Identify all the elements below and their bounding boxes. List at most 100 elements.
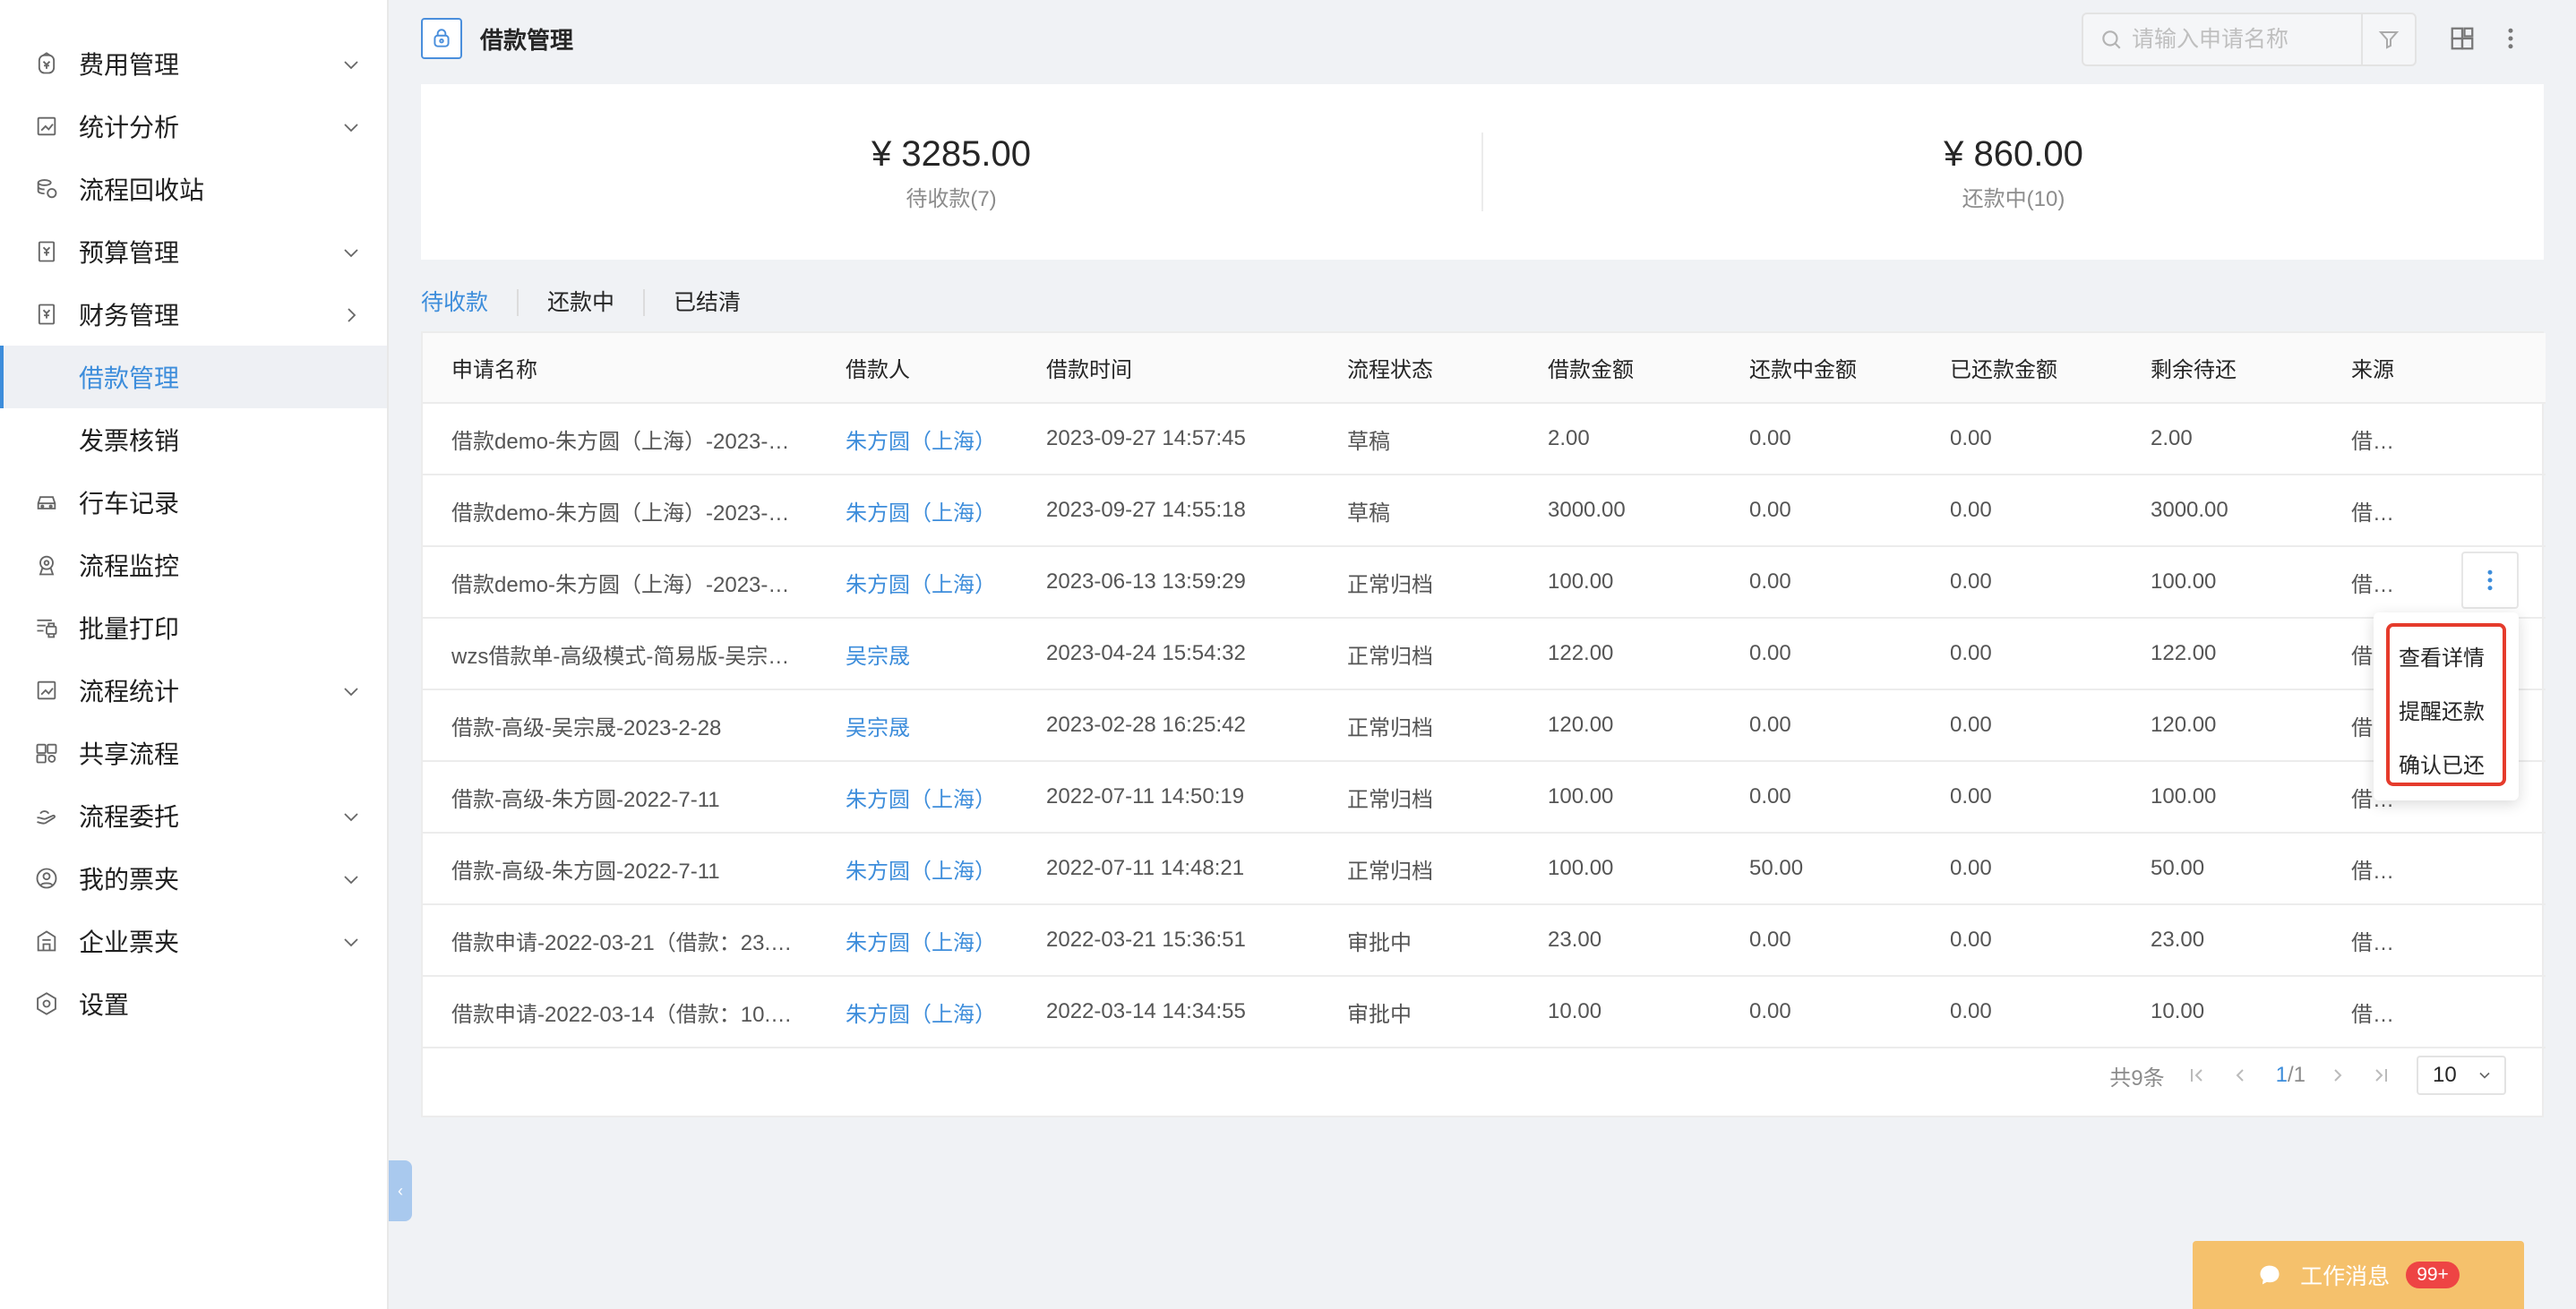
- borrower-link[interactable]: 朱方圆（上海）: [817, 904, 1018, 977]
- table-cell: 正常归档: [1318, 546, 1519, 619]
- tab-repaying[interactable]: 还款中: [517, 289, 643, 316]
- menu-item-remind-repay[interactable]: 提醒还款: [2390, 688, 2503, 741]
- table-cell: 2023-09-27 14:57:45: [1018, 403, 1318, 475]
- first-page-icon[interactable]: [2186, 1065, 2208, 1086]
- borrower-link[interactable]: 吴宗晟: [817, 689, 1018, 762]
- chevron-down-icon[interactable]: [340, 116, 362, 137]
- table-row[interactable]: 借款demo-朱方圆（上海）-2023-… 朱方圆（上海） 2023-09-27 1…: [423, 403, 2546, 475]
- chevron-down-icon[interactable]: [340, 241, 362, 262]
- sidebar-item-label: 流程回收站: [79, 176, 205, 204]
- sidebar-item[interactable]: 发票核销: [0, 408, 387, 471]
- table-column-header: 剩余待还: [2122, 333, 2323, 404]
- sidebar-item[interactable]: 企业票夹: [0, 910, 387, 972]
- sidebar-item[interactable]: 共享流程: [0, 722, 387, 784]
- sidebar-item[interactable]: 统计分析: [0, 95, 387, 158]
- recycle-icon: [34, 176, 59, 201]
- borrower-link[interactable]: 朱方圆（上海）: [817, 403, 1018, 475]
- borrower-link[interactable]: 朱方圆（上海）: [817, 761, 1018, 834]
- table-cell: 122.00: [1519, 618, 1721, 690]
- sidebar-item[interactable]: 批量打印: [0, 596, 387, 659]
- sidebar-item[interactable]: 预算管理: [0, 220, 387, 283]
- sidebar-item[interactable]: 行车记录: [0, 471, 387, 534]
- table-row[interactable]: 借款demo-朱方圆（上海）-2023-… 朱方圆（上海） 2023-06-13 1…: [423, 546, 2546, 619]
- table-column-header: 流程状态: [1318, 333, 1519, 404]
- budget-icon: [34, 239, 59, 264]
- sidebar-item[interactable]: 流程委托: [0, 784, 387, 847]
- chevron-right-icon[interactable]: [340, 304, 362, 325]
- table-cell: 10.00: [1519, 976, 1721, 1048]
- table-cell: 借款demo-朱方圆（上海）-2023-…: [423, 546, 817, 619]
- sidebar-item[interactable]: 我的票夹: [0, 847, 387, 910]
- table-column-header: 借款金额: [1519, 333, 1721, 404]
- car-icon: [34, 490, 59, 515]
- table-cell: 正常归档: [1318, 618, 1519, 690]
- row-action-menu: 查看详情 提醒还款 确认已还: [2374, 612, 2519, 800]
- sidebar-item-label: 统计分析: [79, 114, 180, 141]
- sidebar-item[interactable]: 财务管理: [0, 283, 387, 346]
- sidebar-item[interactable]: 流程监控: [0, 534, 387, 596]
- sidebar-collapse-button[interactable]: ‹: [389, 1160, 412, 1221]
- chevron-down-icon[interactable]: [340, 930, 362, 952]
- row-more-button[interactable]: [2461, 552, 2519, 609]
- menu-item-confirm-repaid[interactable]: 确认已还: [2390, 741, 2503, 795]
- layout-icon[interactable]: [2449, 25, 2476, 52]
- table-cell: 0.00: [1921, 833, 2122, 905]
- table-row[interactable]: 借款-高级-吴宗晟-2023-2-28 吴宗晟 2023-02-28 16:25:4…: [423, 689, 2546, 762]
- table-cell: 正常归档: [1318, 833, 1519, 905]
- table-cell: 借…: [2323, 833, 2546, 905]
- table-cell: 2023-04-24 15:54:32: [1018, 618, 1318, 690]
- sidebar-item[interactable]: 流程回收站: [0, 158, 387, 220]
- table-row[interactable]: 借款申请-2022-03-21（借款：23.… 朱方圆（上海） 2022-03-21…: [423, 904, 2546, 977]
- table-row[interactable]: 借款-高级-朱方圆-2022-7-11 朱方圆（上海） 2022-07-11 14:…: [423, 833, 2546, 905]
- pagination-current: 1: [2275, 1063, 2288, 1087]
- summary-amount: ¥ 3285.00: [872, 133, 1031, 174]
- chevron-down-icon[interactable]: [340, 868, 362, 889]
- table-column-header: 申请名称: [423, 333, 817, 404]
- table-cell: 100.00: [1519, 546, 1721, 619]
- more-vertical-icon[interactable]: [2497, 23, 2524, 54]
- search-icon: [2102, 30, 2121, 49]
- table-cell: 100.00: [1519, 761, 1721, 834]
- table-row[interactable]: 借款-高级-朱方圆-2022-7-11 朱方圆（上海） 2022-07-11 14:…: [423, 761, 2546, 834]
- table-cell: 3000.00: [2122, 475, 2323, 547]
- page-size-select[interactable]: 10: [2417, 1056, 2506, 1095]
- sidebar-item[interactable]: 借款管理: [0, 346, 387, 408]
- borrower-link[interactable]: 朱方圆（上海）: [817, 475, 1018, 547]
- summary-repaying[interactable]: ¥ 860.00 还款中(10): [1483, 133, 2544, 212]
- table-cell: 2022-03-14 14:34:55: [1018, 976, 1318, 1048]
- work-message-button[interactable]: 工作消息 99+: [2193, 1241, 2524, 1309]
- table-cell: 借款-高级-吴宗晟-2023-2-28: [423, 689, 817, 762]
- table-cell: wzs借款单-高级模式-简易版-吴宗…: [423, 618, 817, 690]
- menu-item-view-detail[interactable]: 查看详情: [2390, 634, 2503, 688]
- table-cell: 正常归档: [1318, 761, 1519, 834]
- table-cell: 100.00: [2122, 546, 2323, 619]
- last-page-icon[interactable]: [2370, 1065, 2391, 1086]
- chevron-down-icon[interactable]: [340, 805, 362, 826]
- summary-pending-receive[interactable]: ¥ 3285.00 待收款(7): [421, 133, 1481, 212]
- table-cell: 100.00: [1519, 833, 1721, 905]
- sidebar-item[interactable]: 流程统计: [0, 659, 387, 722]
- sidebar-item[interactable]: 设置: [0, 972, 387, 1035]
- table-cell: 0.00: [1921, 546, 2122, 619]
- next-page-icon[interactable]: [2327, 1065, 2348, 1086]
- table-row[interactable]: 借款申请-2022-03-14（借款：10.… 朱方圆（上海） 2022-03-14…: [423, 976, 2546, 1048]
- tab-pending-receive[interactable]: 待收款: [421, 289, 517, 316]
- table-row[interactable]: 借款demo-朱方圆（上海）-2023-… 朱方圆（上海） 2023-09-27 1…: [423, 475, 2546, 547]
- borrower-link[interactable]: 朱方圆（上海）: [817, 833, 1018, 905]
- table-column-header: 还款中金额: [1721, 333, 1921, 404]
- table-row[interactable]: wzs借款单-高级模式-简易版-吴宗… 吴宗晟 2023-04-24 15:54:3…: [423, 618, 2546, 690]
- chevron-down-icon[interactable]: [340, 53, 362, 74]
- filter-icon[interactable]: [2361, 14, 2415, 64]
- borrower-link[interactable]: 朱方圆（上海）: [817, 976, 1018, 1048]
- table-cell: 2.00: [2122, 403, 2323, 475]
- search-input[interactable]: [2132, 26, 2347, 53]
- chevron-down-icon[interactable]: [340, 680, 362, 701]
- borrower-link[interactable]: 朱方圆（上海）: [817, 546, 1018, 619]
- prev-page-icon[interactable]: [2229, 1065, 2251, 1086]
- borrower-link[interactable]: 吴宗晟: [817, 618, 1018, 690]
- sidebar-item[interactable]: 费用管理: [0, 32, 387, 95]
- table-cell: 0.00: [1921, 761, 2122, 834]
- table-cell: 0.00: [1721, 976, 1921, 1048]
- loan-table: 申请名称 借款人 借款时间 流程状态 借款金额 还款中金额 已还款金额 剩余待还 来源 借款de…: [423, 333, 2546, 1048]
- tab-settled[interactable]: 已结清: [643, 289, 769, 316]
